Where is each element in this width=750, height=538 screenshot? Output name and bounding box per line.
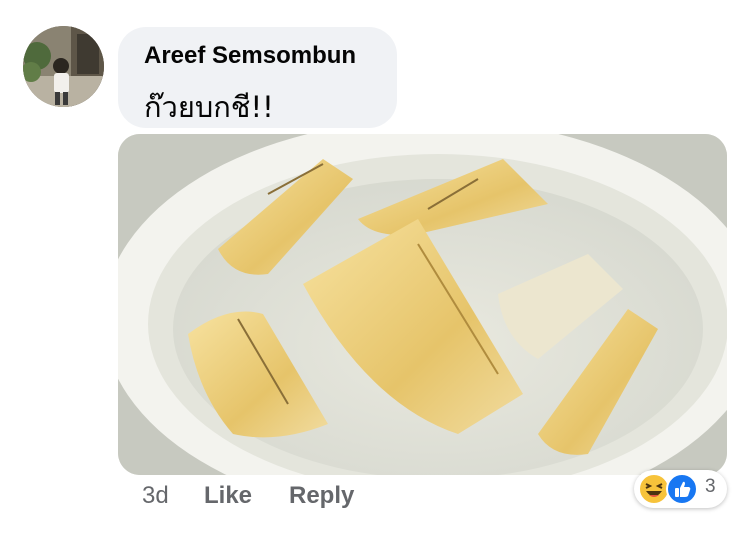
comment-timestamp[interactable]: 3d (142, 482, 169, 510)
reply-button[interactable]: Reply (289, 482, 354, 510)
avatar-photo (23, 26, 104, 107)
like-icon (666, 473, 698, 505)
reaction-count: 3 (705, 476, 716, 497)
reaction-summary[interactable]: 3 (634, 470, 727, 508)
comment-author[interactable]: Areef Semsombun (144, 42, 356, 70)
banana-coconut-dessert-image (118, 134, 727, 475)
comment-photo[interactable] (118, 134, 727, 475)
avatar[interactable] (23, 26, 104, 107)
like-button[interactable]: Like (204, 482, 252, 510)
comment-text: ก๊วยบกชี!! (144, 90, 274, 124)
